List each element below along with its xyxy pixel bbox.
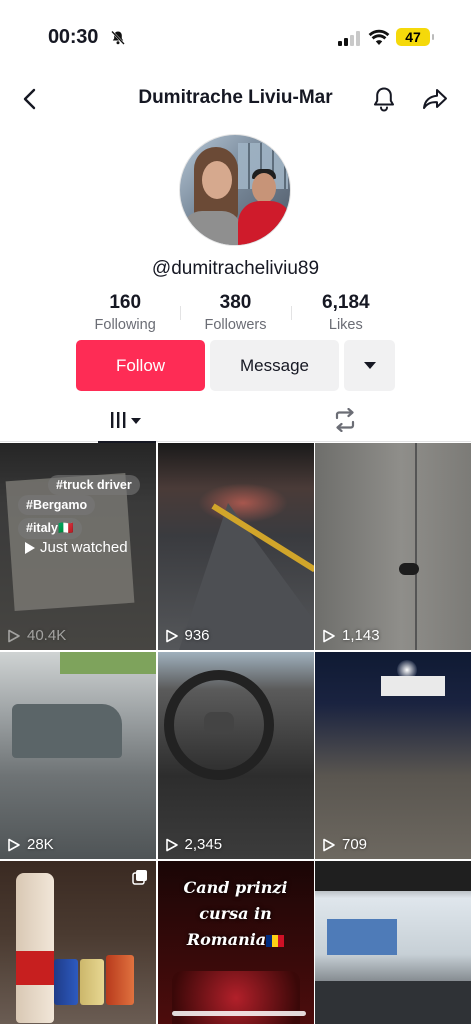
view-count-text: 40.4K [27, 627, 67, 644]
username: @dumitracheliviu89 [151, 258, 320, 279]
view-count: 1,143 [322, 627, 380, 644]
bell-muted-icon [111, 30, 125, 45]
notifications-button[interactable] [369, 84, 399, 114]
profile-actions: Follow Message [76, 340, 395, 391]
view-count: 28K [7, 836, 54, 853]
view-count-text: 936 [184, 627, 210, 644]
view-count: 709 [322, 836, 367, 853]
video-thumbnail[interactable]: Cand prinzi cursa in Romania [157, 861, 314, 1024]
stat-value: 380 [219, 292, 252, 313]
profile-header: Dumitrache Liviu-Mar [0, 78, 471, 120]
hashtag-text: italy🇮🇹 [32, 521, 74, 535]
thumbnail-image [106, 955, 134, 1005]
follow-button[interactable]: Follow [76, 340, 205, 391]
view-count-text: 2,345 [184, 836, 223, 853]
stat-label: Likes [328, 317, 363, 333]
page-title: Dumitrache Liviu-Mar [138, 87, 333, 108]
thumbnail-image [171, 971, 300, 1024]
avatar-person-face [202, 161, 232, 199]
stat-value: 6,184 [322, 292, 370, 313]
thumbnail-image [54, 959, 78, 1005]
thumbnail-image [315, 981, 471, 1024]
view-count-text: 28K [27, 836, 54, 853]
battery-indicator: 47 [396, 28, 434, 46]
status-bar: 00:30 47 [0, 0, 471, 70]
cellular-signal-icon [338, 31, 360, 46]
caret-down-icon [363, 361, 376, 369]
stat-value: 160 [109, 292, 142, 313]
play-outline-icon [323, 629, 335, 642]
avatar-person-body [238, 201, 290, 245]
suggested-accounts-button[interactable] [344, 340, 395, 391]
tab-reposts[interactable] [320, 398, 370, 442]
video-thumbnail[interactable] [315, 861, 471, 1024]
caption-line: Cand prinzi [183, 878, 288, 897]
avatar-person-face [252, 173, 276, 203]
video-thumbnail[interactable]: 709 [315, 652, 471, 859]
bell-icon [374, 87, 394, 112]
share-button[interactable] [420, 84, 450, 114]
thumbnail-image [16, 951, 54, 985]
play-icon [25, 541, 35, 554]
clock: 00:30 [48, 26, 99, 48]
just-watched-label: Just watched [24, 539, 128, 556]
repost-icon [335, 408, 355, 432]
profile-stats: 160 Following 380 Followers 6,184 Likes [70, 292, 401, 338]
stat-label: Following [94, 317, 156, 333]
stat-label: Followers [204, 317, 267, 333]
caption-line: Romania [186, 930, 267, 949]
avatar[interactable] [179, 134, 291, 246]
video-thumbnail[interactable]: 1,143 [315, 443, 471, 650]
message-button[interactable]: Message [210, 340, 339, 391]
photo-carousel-icon [132, 870, 147, 885]
hashtag-sticker: #Bergamo [18, 495, 96, 515]
hashtag-text: Bergamo [32, 498, 88, 512]
video-thumbnail[interactable]: 28K [0, 652, 156, 859]
caption-line: cursa in [199, 904, 272, 923]
view-count-text: 1,143 [342, 627, 380, 644]
avatar-person-body [182, 211, 242, 245]
romania-flag-icon [266, 934, 285, 947]
video-thumbnail[interactable]: 936 [157, 443, 314, 650]
thumbnail-image [315, 861, 471, 891]
thumbnail-image [80, 959, 104, 1005]
thumbnail-image [60, 652, 156, 674]
thumbnail-image [381, 676, 445, 696]
play-outline-icon [8, 629, 20, 642]
stat-likes[interactable]: 6,184 Likes [290, 292, 401, 338]
thumbnail-caption: Cand prinzi cursa in Romania [158, 875, 314, 953]
just-watched-text: Just watched [40, 539, 128, 556]
thumbnail-image [12, 704, 122, 758]
view-count-text: 709 [342, 836, 368, 853]
hashtag-text: truck driver [62, 478, 132, 492]
content-tabs [0, 398, 471, 443]
video-thumbnail[interactable] [0, 861, 156, 1024]
video-grid-icon [111, 412, 141, 428]
hashtag-sticker: #truck driver [48, 475, 140, 495]
thumbnail-image [203, 712, 234, 734]
thumbnail-image [327, 919, 397, 955]
view-count: 40.4K [7, 627, 66, 644]
stat-followers[interactable]: 380 Followers [180, 292, 290, 338]
stat-following[interactable]: 160 Following [70, 292, 180, 338]
thumbnail-image [16, 873, 54, 1023]
play-outline-icon [323, 838, 335, 851]
view-count: 2,345 [165, 836, 223, 853]
share-arrow-icon [423, 89, 447, 109]
video-thumbnail[interactable]: #truck driver #Bergamo #italy🇮🇹 Just wat… [0, 443, 156, 650]
view-count: 936 [165, 627, 210, 644]
tab-videos[interactable] [98, 398, 156, 443]
hashtag-sticker: #italy🇮🇹 [18, 518, 82, 539]
thumbnail-image [399, 563, 419, 575]
thumbnail-image [415, 443, 417, 650]
wifi-icon [368, 29, 390, 45]
video-grid: #truck driver #Bergamo #italy🇮🇹 Just wat… [0, 443, 471, 1024]
play-outline-icon [165, 629, 178, 642]
video-thumbnail[interactable]: 2,345 [157, 652, 314, 859]
play-outline-icon [8, 838, 20, 851]
home-indicator [172, 1011, 306, 1016]
play-outline-icon [165, 838, 178, 851]
